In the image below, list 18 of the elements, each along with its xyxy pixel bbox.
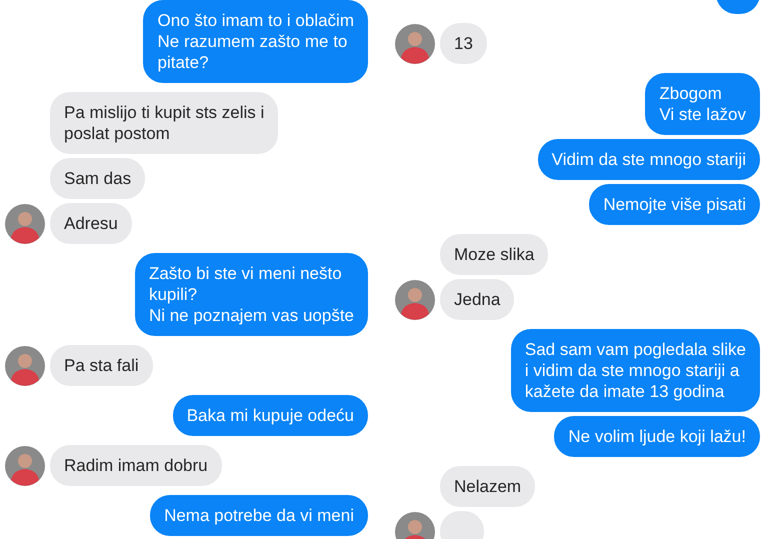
message-bubble: Radim imam dobru <box>50 445 222 486</box>
message-bubble: Baka mi kupuje odeću <box>172 395 368 436</box>
message-bubble: Adresu <box>50 203 132 244</box>
message-bubble: Nema potrebe da vi meni <box>150 495 368 536</box>
message-bubble: Moze slika <box>440 234 548 275</box>
message-bubble: Jedna <box>440 279 514 320</box>
message-bubble: Sam das <box>50 158 146 199</box>
message-bubble: Nemojte više pisati <box>589 184 760 225</box>
message-bubble: Pa mislijo ti kupit sts zelis i poslat postom <box>50 92 278 154</box>
message-bubble: Zašto bi ste vi meni nešto kupili? Ni ne poznajem vas uopšte <box>134 253 368 336</box>
message-bubble: Zbogom Vi ste lažov <box>645 73 760 135</box>
message-bubble: Pa sta fali <box>50 345 153 386</box>
message-bubble: Ono što imam to i oblačim Ne razumem zašto me to pitate? <box>143 0 368 83</box>
message-bubble: Vidim da ste mnogo stariji <box>538 139 760 180</box>
message-bubble: Ne volim ljude koji lažu! <box>554 416 760 457</box>
message-bubble: Nelazem <box>440 466 536 507</box>
message-bubble: 13 <box>440 23 487 64</box>
message-bubble: Sad sam vam pogledala slike i vidim da ste mnogo stariji a kažete da imate 13 godina <box>510 329 760 412</box>
